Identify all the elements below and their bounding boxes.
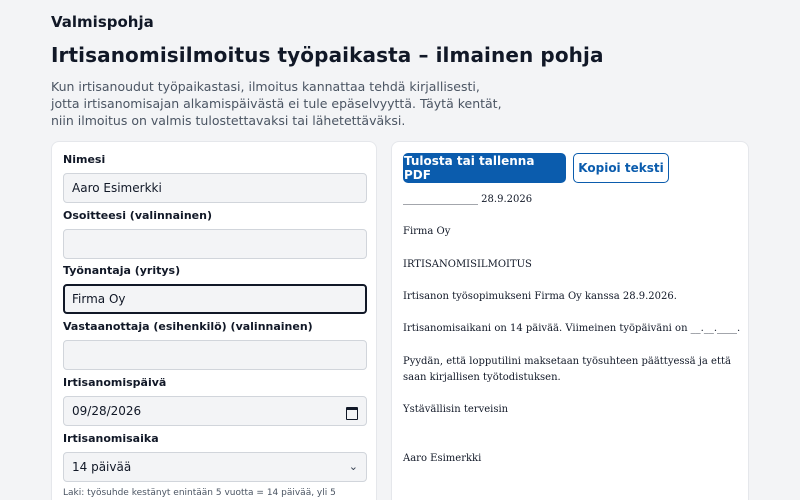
employer-label: Työnantaja (yritys) xyxy=(63,264,181,277)
brand-logo-text[interactable]: Valmispohja xyxy=(51,13,154,31)
form-panel: Nimesi Aaro Esimerkki Osoitteesi (valinn… xyxy=(51,141,377,500)
letter-statement: Irtisanon työsopimukseni Firma Oy kanssa… xyxy=(403,291,677,302)
date-input[interactable]: 09/28/2026 xyxy=(63,396,367,426)
employer-field-group: Työnantaja (yritys) Firma Oy xyxy=(63,264,367,314)
recipient-label: Vastaanottaja (esihenkilö) (valinnainen) xyxy=(63,320,313,333)
chevron-down-icon: ⌄ xyxy=(348,460,358,473)
date-input-value: 09/28/2026 xyxy=(72,404,142,418)
period-select[interactable]: 14 päivää ⌄ xyxy=(63,452,367,482)
period-select-value: 14 päivää xyxy=(72,460,132,474)
employer-input[interactable]: Firma Oy xyxy=(63,284,367,314)
letter-heading: IRTISANOMISILMOITUS xyxy=(403,259,532,270)
recipient-field-group: Vastaanottaja (esihenkilö) (valinnainen) xyxy=(63,320,367,370)
preview-panel: Tulosta tai tallenna PDF Kopioi teksti _… xyxy=(391,141,749,500)
period-label: Irtisanomisaika xyxy=(63,432,159,445)
calendar-icon[interactable] xyxy=(345,405,358,420)
date-field-group: Irtisanomispäivä 09/28/2026 xyxy=(63,376,367,426)
name-input[interactable]: Aaro Esimerkki xyxy=(63,173,367,203)
address-label: Osoitteesi (valinnainen) xyxy=(63,209,212,222)
letter-closing: Ystävällisin terveisin xyxy=(403,404,509,415)
recipient-input[interactable] xyxy=(63,340,367,370)
employer-input-value: Firma Oy xyxy=(72,292,126,306)
address-field-group: Osoitteesi (valinnainen) xyxy=(63,209,367,259)
name-field-group: Nimesi Aaro Esimerkki xyxy=(63,153,367,203)
name-label: Nimesi xyxy=(63,153,106,166)
address-input[interactable] xyxy=(63,229,367,259)
letter-request: Pyydän, että lopputilini maksetaan työsu… xyxy=(403,356,731,383)
copy-text-button[interactable]: Kopioi teksti xyxy=(573,153,669,183)
page-title: Irtisanomisilmoitus työpaikasta – ilmain… xyxy=(51,43,604,67)
intro-text: Kun irtisanoudut työpaikastasi, ilmoitus… xyxy=(51,79,502,128)
letter-recipient: Firma Oy xyxy=(403,226,451,237)
letter-signature: Aaro Esimerkki xyxy=(403,453,482,464)
letter-period: Irtisanomisaikani on 14 päivää. Viimeine… xyxy=(403,323,741,334)
letter-place-date: _______________ 28.9.2026 xyxy=(403,194,533,205)
period-hint: Laki: työsuhde kestänyt enintään 5 vuott… xyxy=(63,488,336,498)
print-pdf-button[interactable]: Tulosta tai tallenna PDF xyxy=(403,153,566,183)
date-label: Irtisanomispäivä xyxy=(63,376,167,389)
name-input-value: Aaro Esimerkki xyxy=(72,181,162,195)
period-field-group: Irtisanomisaika 14 päivää ⌄ Laki: työsuh… xyxy=(63,432,367,500)
